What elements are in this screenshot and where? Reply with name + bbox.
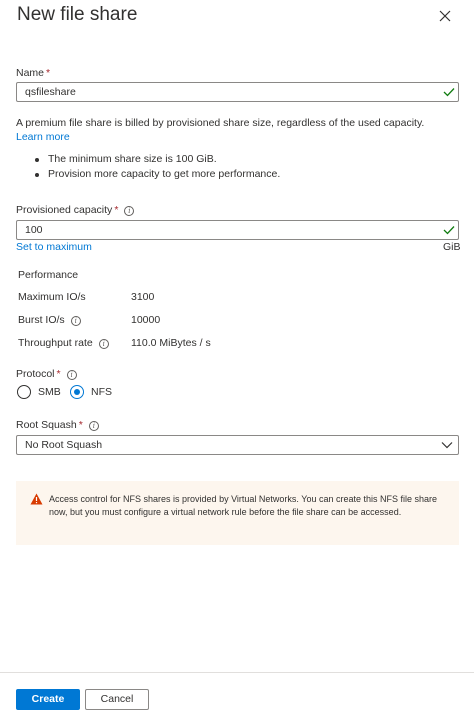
burst-iops-value: 10000	[131, 314, 161, 326]
billing-description: A premium file share is billed by provis…	[16, 117, 425, 129]
name-input[interactable]	[16, 82, 459, 102]
capacity-unit: GiB	[443, 241, 461, 253]
list-item: Provision more capacity to get more perf…	[32, 167, 280, 182]
set-to-maximum-link[interactable]: Set to maximum	[16, 241, 92, 253]
throughput-label: Throughput rate i	[18, 337, 109, 349]
required-marker: *	[56, 368, 61, 380]
root-squash-value: No Root Squash	[25, 439, 103, 451]
cancel-button[interactable]: Cancel	[85, 689, 149, 710]
checkmark-icon	[443, 88, 455, 97]
capacity-label: Provisioned capacity * i	[16, 204, 135, 216]
chevron-down-icon	[441, 442, 453, 449]
root-squash-label: Root Squash * i	[16, 419, 99, 431]
requirements-list: The minimum share size is 100 GiB. Provi…	[32, 152, 280, 182]
panel-header: New file share	[0, 0, 474, 40]
capacity-input[interactable]	[16, 220, 459, 240]
create-button[interactable]: Create	[16, 689, 80, 710]
info-icon[interactable]: i	[66, 370, 77, 380]
nfs-warning-banner: Access control for NFS shares is provide…	[16, 481, 459, 545]
warning-text: Access control for NFS shares is provide…	[49, 494, 438, 517]
checkmark-icon	[443, 226, 455, 235]
root-squash-select[interactable]: No Root Squash	[16, 435, 459, 455]
name-label: Name *	[16, 67, 51, 79]
panel-title: New file share	[17, 4, 138, 25]
burst-iops-label: Burst IO/s i	[18, 314, 81, 326]
max-iops-value: 3100	[131, 291, 155, 303]
footer-divider	[0, 672, 474, 673]
info-icon[interactable]: i	[70, 316, 81, 326]
list-item: The minimum share size is 100 GiB.	[32, 152, 280, 167]
max-iops-label: Maximum IO/s	[18, 291, 86, 303]
required-marker: *	[114, 204, 119, 216]
required-marker: *	[46, 67, 51, 79]
billing-info: A premium file share is billed by provis…	[16, 116, 461, 144]
required-marker: *	[78, 419, 83, 431]
protocol-nfs-label[interactable]: NFS	[91, 386, 112, 398]
close-icon[interactable]	[437, 8, 453, 24]
protocol-nfs-radio[interactable]	[70, 385, 84, 399]
throughput-value: 110.0 MiBytes / s	[131, 337, 211, 349]
warning-icon	[30, 493, 43, 505]
protocol-label: Protocol * i	[16, 368, 77, 380]
performance-heading: Performance	[18, 269, 79, 281]
protocol-smb-radio[interactable]	[17, 385, 31, 399]
info-icon[interactable]: i	[88, 421, 99, 431]
protocol-smb-label[interactable]: SMB	[38, 386, 61, 398]
learn-more-link[interactable]: Learn more	[16, 131, 70, 143]
info-icon[interactable]: i	[124, 206, 135, 216]
info-icon[interactable]: i	[98, 339, 109, 349]
